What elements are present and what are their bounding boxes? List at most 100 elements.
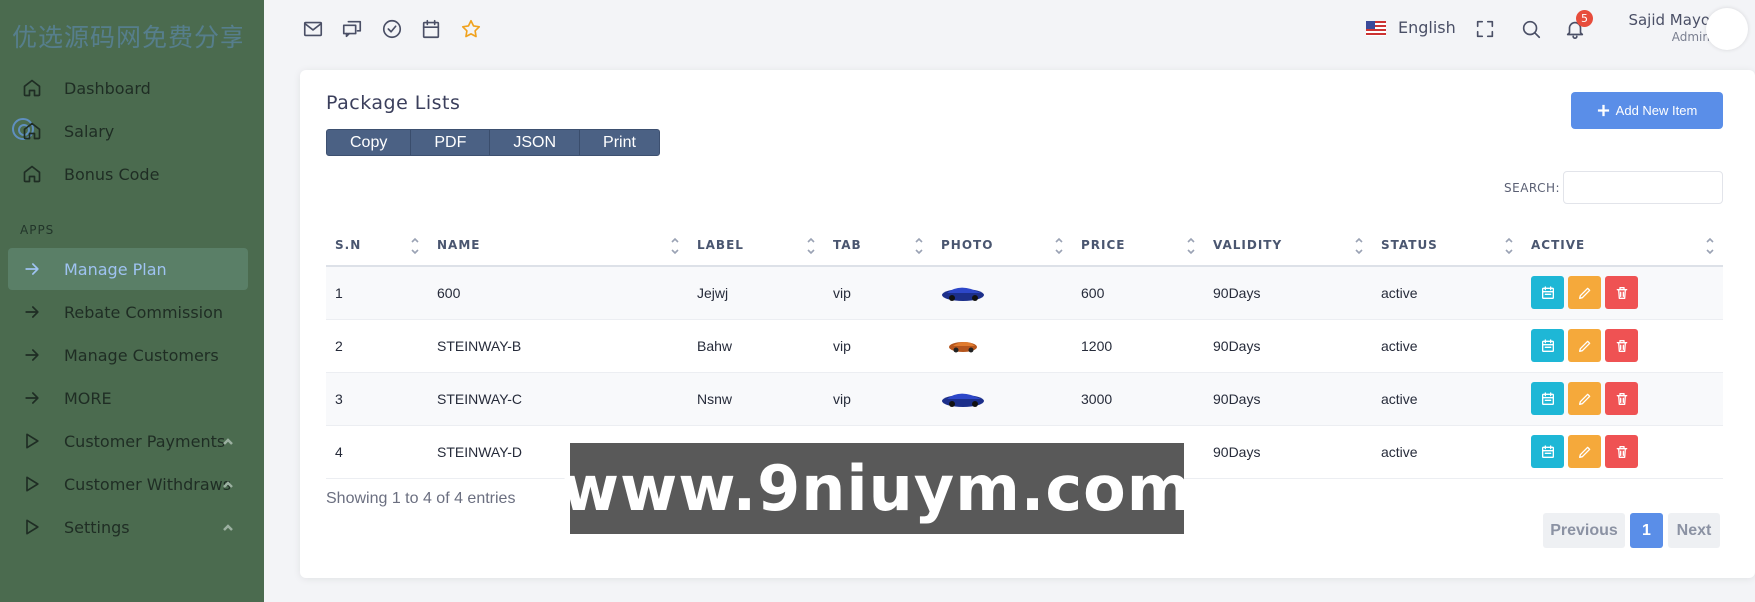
cell-actions: [1522, 425, 1723, 479]
delete-button[interactable]: [1605, 382, 1638, 415]
print-button[interactable]: Print: [580, 130, 659, 155]
pencil-icon: [1578, 340, 1590, 352]
home-icon: [20, 76, 44, 100]
cell-sn: 3: [326, 372, 428, 426]
copy-button[interactable]: Copy: [327, 130, 412, 155]
delete-button[interactable]: [1605, 435, 1638, 468]
search-icon[interactable]: [1520, 18, 1542, 40]
edit-button[interactable]: [1568, 276, 1601, 310]
column-header[interactable]: VALIDITY: [1204, 224, 1372, 267]
column-header-label: PRICE: [1081, 237, 1126, 252]
search-label: SEARCH:: [1504, 181, 1561, 195]
column-header-label: TAB: [833, 237, 862, 252]
calendar-icon: [1541, 338, 1554, 352]
sidebar-item-customer-payments[interactable]: Customer Payments: [8, 420, 248, 462]
cell-status: active: [1372, 266, 1522, 320]
package-table: S.N NAME LABEL TAB PHOTO PRICE VALIDITY …: [326, 224, 1723, 479]
previous-page-button[interactable]: Previous: [1543, 513, 1625, 548]
pencil-icon: [1578, 287, 1590, 299]
cell-name: STEINWAY-B: [428, 319, 688, 373]
cell-tab: vip: [824, 319, 932, 373]
page-number-button[interactable]: 1: [1630, 513, 1663, 548]
column-header[interactable]: TAB: [824, 224, 932, 267]
edit-button[interactable]: [1568, 329, 1601, 362]
sidebar-item-manage-plan[interactable]: Manage Plan: [8, 248, 248, 290]
sort-icon: [1504, 234, 1514, 258]
calendar-action-button[interactable]: [1531, 382, 1564, 415]
watermark-banner: www.9niuym.com: [562, 443, 1191, 534]
add-button-label: Add New Item: [1615, 103, 1698, 118]
sort-icon: [670, 234, 680, 258]
chevron-up-icon: [222, 476, 236, 490]
avatar[interactable]: [1706, 8, 1748, 50]
sidebar-item-label: Customer Payments: [64, 431, 226, 451]
delete-button[interactable]: [1605, 276, 1638, 310]
sort-icon: [1054, 234, 1064, 258]
column-header-label: LABEL: [697, 237, 744, 252]
column-header[interactable]: S.N: [326, 224, 428, 267]
cell-status: active: [1372, 319, 1522, 373]
cell-tab: vip: [824, 266, 932, 320]
add-new-item-button[interactable]: Add New Item: [1571, 92, 1723, 129]
trash-icon: [1616, 286, 1627, 299]
trash-icon: [1616, 339, 1627, 352]
sort-icon: [914, 234, 924, 258]
edit-button[interactable]: [1568, 435, 1601, 468]
search-input[interactable]: [1563, 171, 1723, 204]
edit-button[interactable]: [1568, 382, 1601, 415]
sidebar-item-label: Customer Withdraws: [64, 474, 232, 494]
cell-tab: vip: [824, 372, 932, 426]
column-header[interactable]: PRICE: [1072, 224, 1204, 267]
cell-actions: [1522, 319, 1723, 373]
sidebar: 优选源码网免费分享 Dashboard Salary Bonus Code AP…: [0, 0, 264, 602]
calendar-action-button[interactable]: [1531, 276, 1564, 310]
cell-actions: [1522, 266, 1723, 320]
cell-actions: [1522, 372, 1723, 426]
chevron-up-icon: [222, 433, 236, 447]
sort-icon: [1705, 234, 1715, 258]
next-page-button[interactable]: Next: [1668, 513, 1720, 548]
sidebar-item-bonus-code[interactable]: Bonus Code: [8, 153, 248, 195]
chat-icon[interactable]: [341, 18, 363, 40]
sidebar-item-settings[interactable]: Settings: [8, 506, 248, 548]
calendar-action-button[interactable]: [1531, 329, 1564, 362]
delete-button[interactable]: [1605, 329, 1638, 362]
sidebar-item-label: Rebate Commission: [64, 302, 224, 322]
cell-status: active: [1372, 372, 1522, 426]
sidebar-item-manage-customers[interactable]: Manage Customers: [8, 334, 248, 376]
star-icon[interactable]: [460, 18, 482, 40]
home-icon: [20, 119, 44, 143]
cell-label: Bahw: [688, 319, 824, 373]
user-name[interactable]: Sajid Mayo: [1614, 11, 1710, 29]
sort-icon: [806, 234, 816, 258]
column-header[interactable]: NAME: [428, 224, 688, 267]
pdf-button[interactable]: PDF: [411, 130, 491, 155]
sidebar-item-customer-withdraws[interactable]: Customer Withdraws: [8, 463, 248, 505]
play-icon: [20, 515, 44, 539]
home-icon: [20, 162, 44, 186]
column-header[interactable]: ACTIVE: [1522, 224, 1723, 267]
mail-icon[interactable]: [302, 18, 324, 40]
language-selector[interactable]: English: [1398, 18, 1456, 37]
sidebar-item-salary[interactable]: Salary: [8, 110, 248, 152]
table-row: 2 STEINWAY-B Bahw vip 1200 90Days active: [326, 319, 1723, 373]
cell-status: active: [1372, 425, 1522, 479]
calendar-icon: [1541, 391, 1554, 405]
car-photo: [941, 283, 1072, 303]
check-circle-icon[interactable]: [381, 18, 403, 40]
trash-icon: [1616, 445, 1627, 458]
json-button[interactable]: JSON: [490, 130, 581, 155]
column-header[interactable]: LABEL: [688, 224, 824, 267]
calendar-action-button[interactable]: [1531, 435, 1564, 468]
sidebar-item-dashboard[interactable]: Dashboard: [8, 67, 248, 109]
calendar-icon[interactable]: [420, 18, 442, 40]
column-header[interactable]: PHOTO: [932, 224, 1072, 267]
cell-sn: 2: [326, 319, 428, 373]
cell-sn: 4: [326, 425, 428, 479]
table-header-row: S.N NAME LABEL TAB PHOTO PRICE VALIDITY …: [326, 224, 1723, 267]
page-title: Package Lists: [326, 92, 461, 114]
fullscreen-icon[interactable]: [1474, 18, 1496, 40]
sidebar-item-more[interactable]: MORE: [8, 377, 248, 419]
sidebar-item-rebate-commission[interactable]: Rebate Commission: [8, 291, 248, 333]
column-header[interactable]: STATUS: [1372, 224, 1522, 267]
